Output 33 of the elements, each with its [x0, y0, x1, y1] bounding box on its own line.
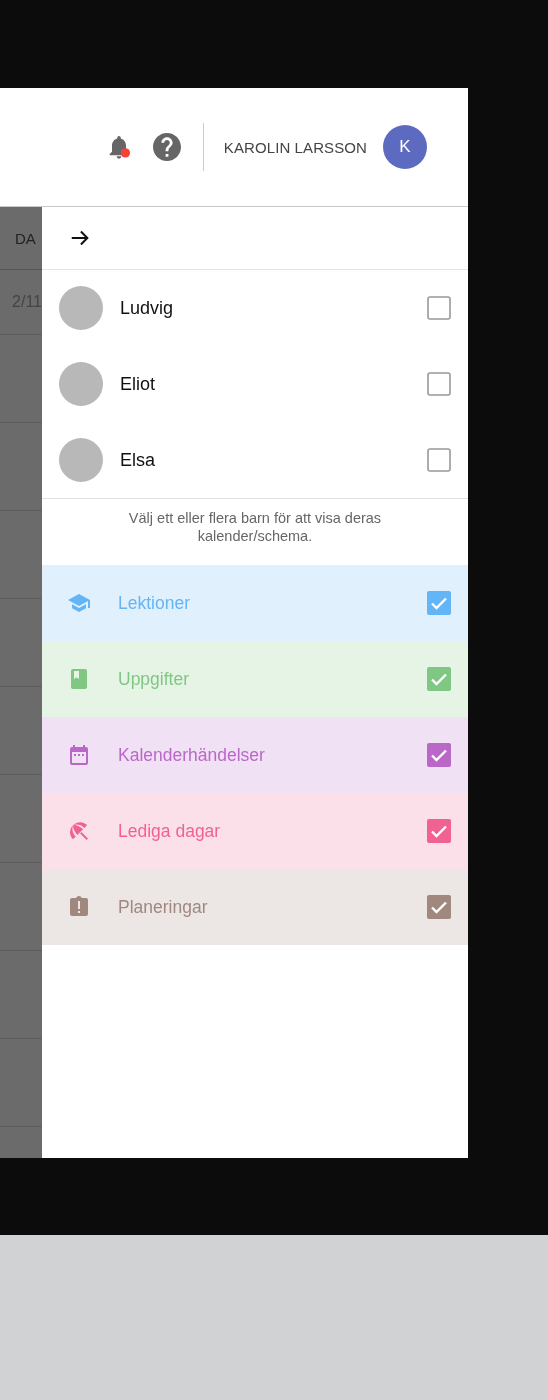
child-name: Elsa — [120, 449, 156, 471]
category-label: Lektioner — [118, 592, 191, 614]
checkbox[interactable] — [427, 591, 451, 615]
category-row[interactable]: Planeringar — [42, 869, 468, 945]
category-row[interactable]: Kalenderhändelser — [42, 717, 468, 793]
checkbox[interactable] — [427, 296, 451, 320]
checkbox[interactable] — [427, 743, 451, 767]
avatar-photo — [59, 438, 103, 482]
checkbox[interactable] — [427, 819, 451, 843]
checkbox[interactable] — [427, 895, 451, 919]
clipboard-icon — [67, 895, 91, 919]
calendar-icon — [67, 743, 91, 767]
user-name[interactable]: KAROLIN LARSSON — [223, 138, 367, 156]
checkbox[interactable] — [427, 667, 451, 691]
graduation-cap-icon — [67, 591, 91, 615]
checkbox[interactable] — [427, 448, 451, 472]
umbrella-icon — [67, 819, 91, 843]
child-name: Eliot — [120, 373, 156, 395]
category-label: Lediga dagar — [118, 820, 222, 842]
checkbox[interactable] — [427, 372, 451, 396]
child-row[interactable]: Eliot — [42, 346, 468, 422]
category-label: Kalenderhändelser — [118, 744, 266, 766]
user-avatar[interactable]: K — [383, 125, 427, 169]
hint-text: Välj ett eller flera barn för att visa deras kalender/schema. — [127, 509, 383, 546]
child-row[interactable]: Ludvig — [42, 270, 468, 346]
avatar-photo — [59, 286, 103, 330]
category-row[interactable]: Lediga dagar — [42, 793, 468, 869]
avatar-photo — [59, 362, 103, 406]
help-icon[interactable] — [152, 133, 181, 161]
child-row[interactable]: Elsa — [42, 422, 468, 498]
category-label: Planeringar — [118, 896, 209, 918]
category-label: Uppgifter — [118, 668, 190, 690]
child-name: Ludvig — [120, 297, 175, 319]
